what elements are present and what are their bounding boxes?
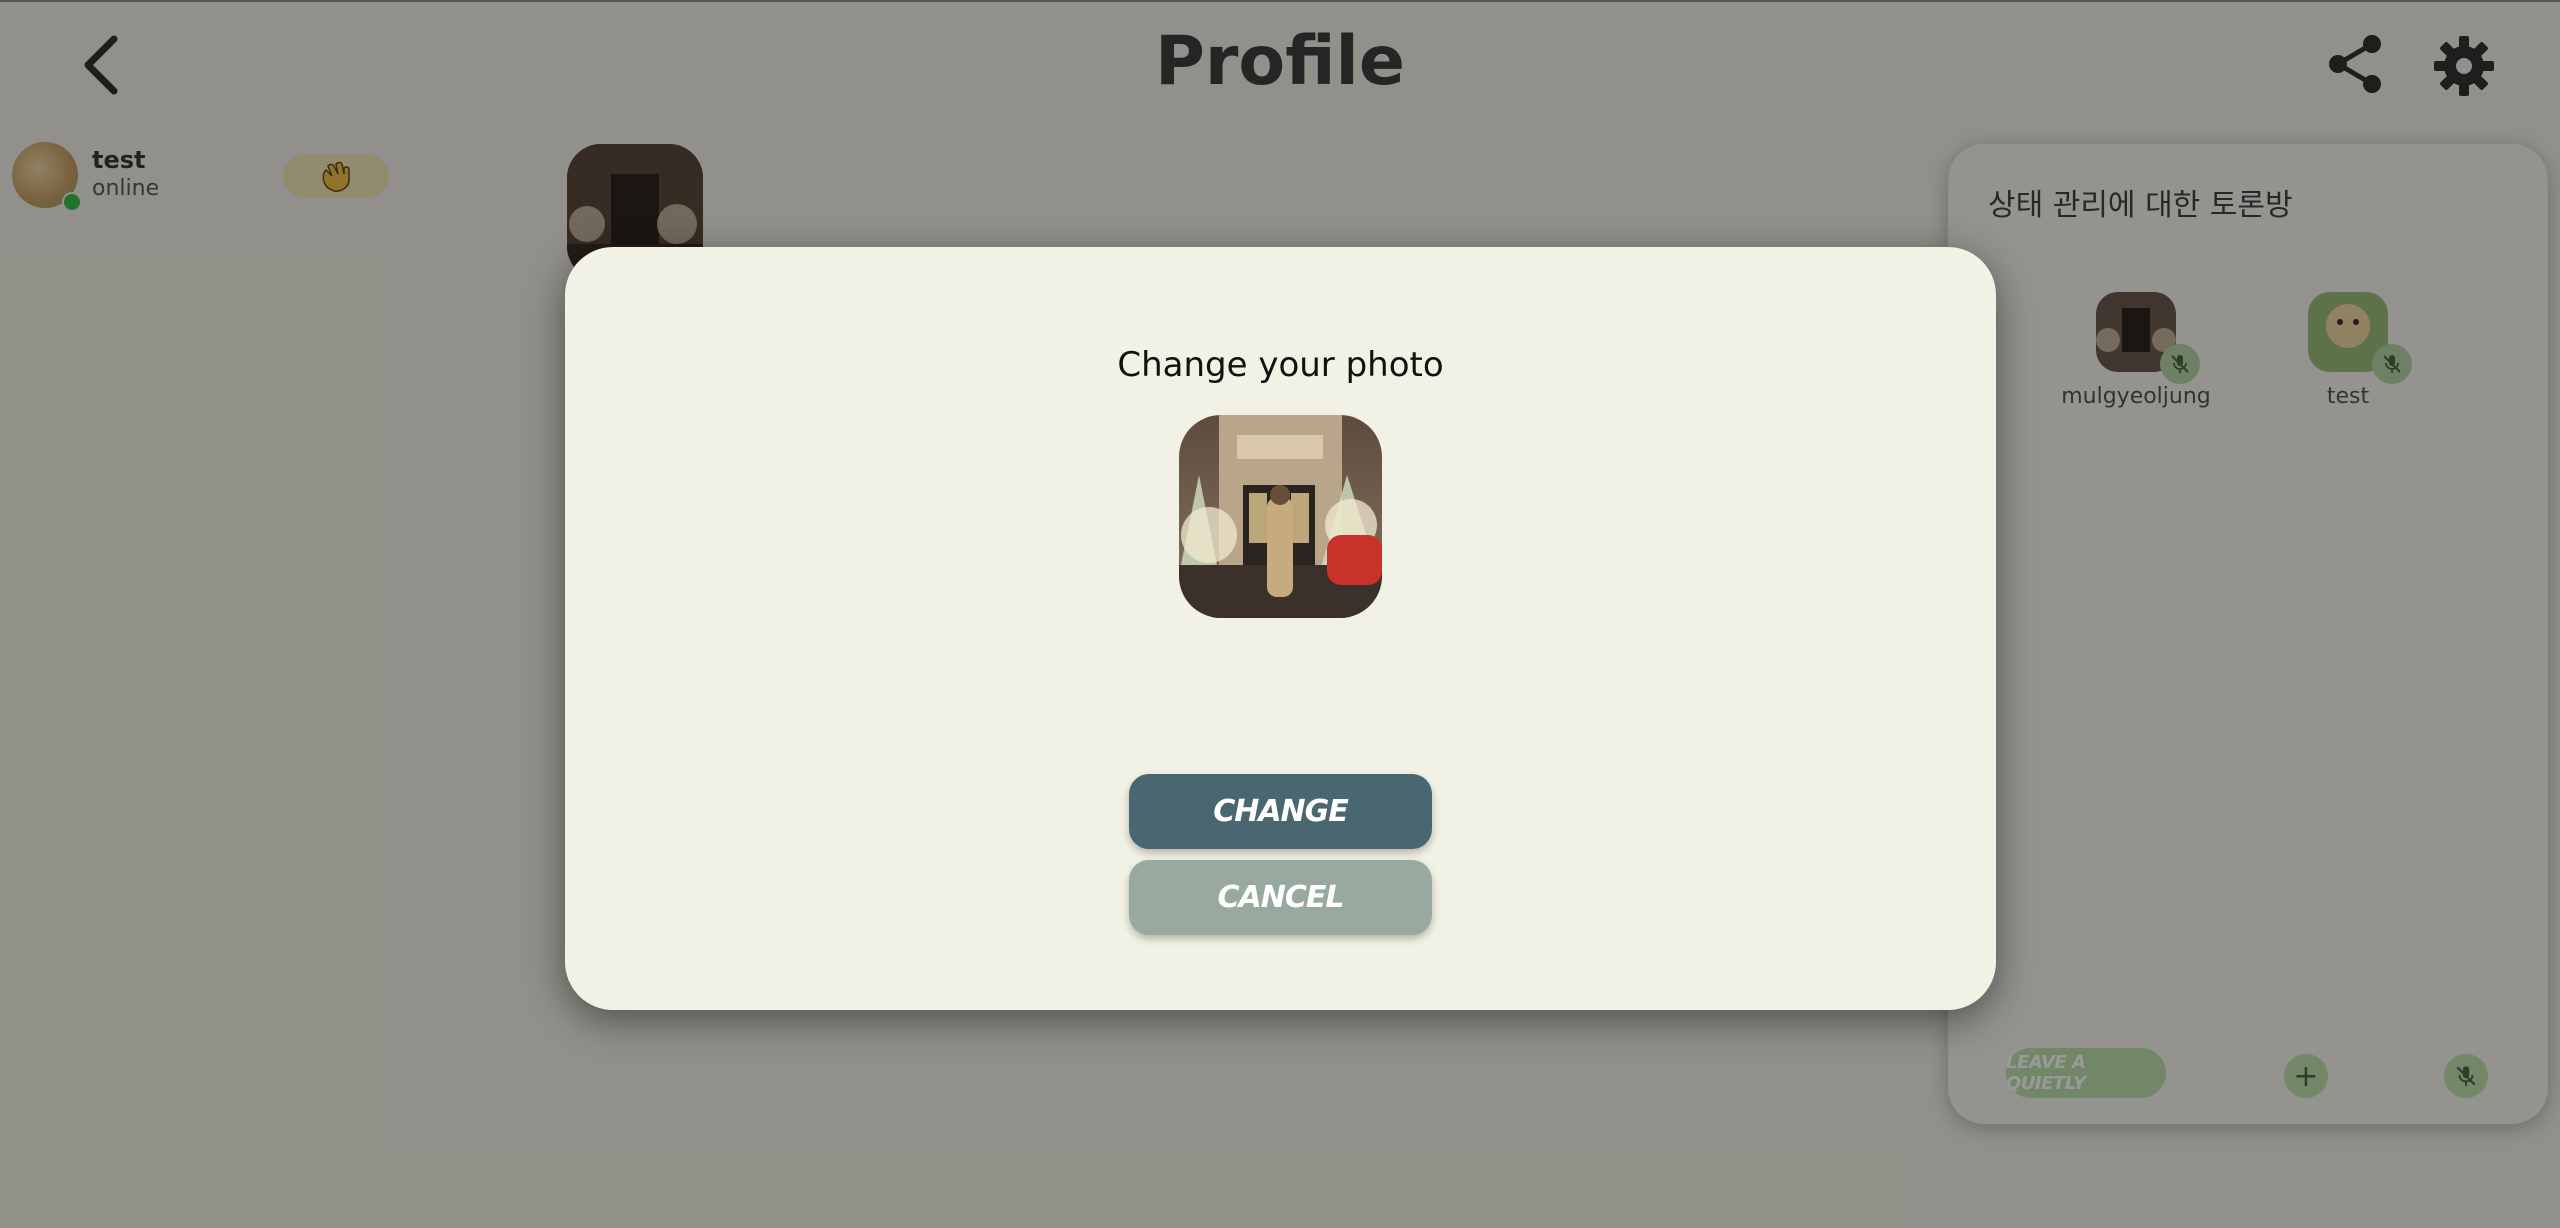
change-photo-dialog: Change your photo CHANGE CANCEL bbox=[565, 247, 1996, 1010]
photo-preview bbox=[1179, 415, 1382, 618]
cancel-button[interactable]: CANCEL bbox=[1129, 860, 1432, 935]
top-border bbox=[0, 0, 2560, 2]
change-button[interactable]: CHANGE bbox=[1129, 774, 1432, 849]
profile-page: Profile test online 상태 관리에 대한 토론방 mulgye… bbox=[0, 0, 2560, 1228]
dialog-title: Change your photo bbox=[1117, 345, 1444, 385]
photo-preview-image bbox=[1179, 415, 1382, 618]
